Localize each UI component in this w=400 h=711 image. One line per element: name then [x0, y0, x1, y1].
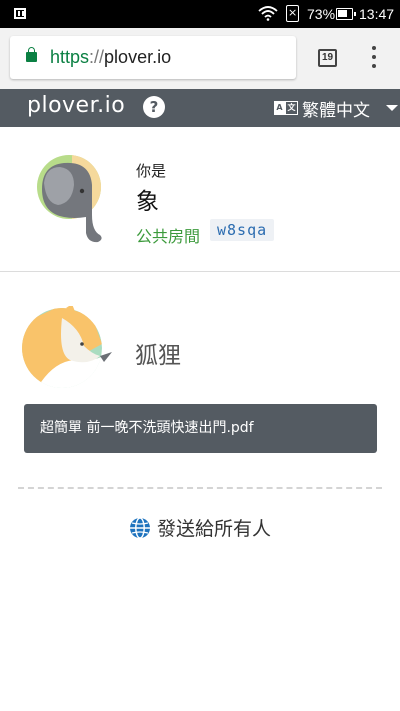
brand-logo[interactable]: plover.io [27, 93, 125, 118]
peer-name: 狐狸 [135, 343, 181, 369]
wifi-icon [258, 6, 278, 21]
status-time: 13:47 [359, 6, 395, 22]
language-label: 繁體中文 [302, 100, 370, 121]
url-host: plover.io [104, 47, 172, 67]
tab-switcher-button[interactable]: 19 [318, 49, 337, 67]
status-bar: 73% 13:47 [0, 0, 400, 28]
send-to-all-label: 發送給所有人 [156, 518, 271, 540]
chevron-down-icon[interactable] [386, 105, 398, 111]
address-bar[interactable]: https://plover.io [10, 36, 296, 79]
browser-toolbar: https://plover.io 19 [0, 28, 400, 89]
room-code[interactable]: w8sqa [210, 219, 275, 241]
room-label: 公共房間 [136, 227, 201, 246]
url-text[interactable]: https://plover.io [50, 47, 171, 68]
dashed-divider [18, 487, 382, 489]
my-name: 象 [136, 189, 159, 215]
section-divider [0, 271, 400, 272]
sim-card-icon [286, 5, 299, 22]
you-are-caption: 你是 [136, 162, 167, 180]
help-icon[interactable]: ? [143, 96, 165, 118]
elephant-icon [37, 155, 102, 243]
file-transfer-item[interactable]: 超簡單 前一晚不洗頭快速出門.pdf [24, 404, 377, 453]
translate-icon: A 文 [274, 101, 298, 115]
notification-icon [14, 6, 26, 20]
overflow-menu-icon[interactable] [369, 46, 379, 70]
url-scheme: https [50, 47, 90, 67]
battery-percent: 73% [307, 6, 336, 22]
lock-icon [26, 47, 37, 62]
send-to-all-button[interactable]: 發送給所有人 [0, 514, 400, 541]
url-separator: :// [89, 47, 105, 67]
battery-icon [336, 8, 356, 20]
fox-icon[interactable] [22, 306, 112, 390]
site-header: plover.io ? A 文 繁體中文 [0, 89, 400, 127]
globe-icon [129, 517, 150, 539]
language-selector[interactable]: A 文 繁體中文 [274, 96, 370, 121]
